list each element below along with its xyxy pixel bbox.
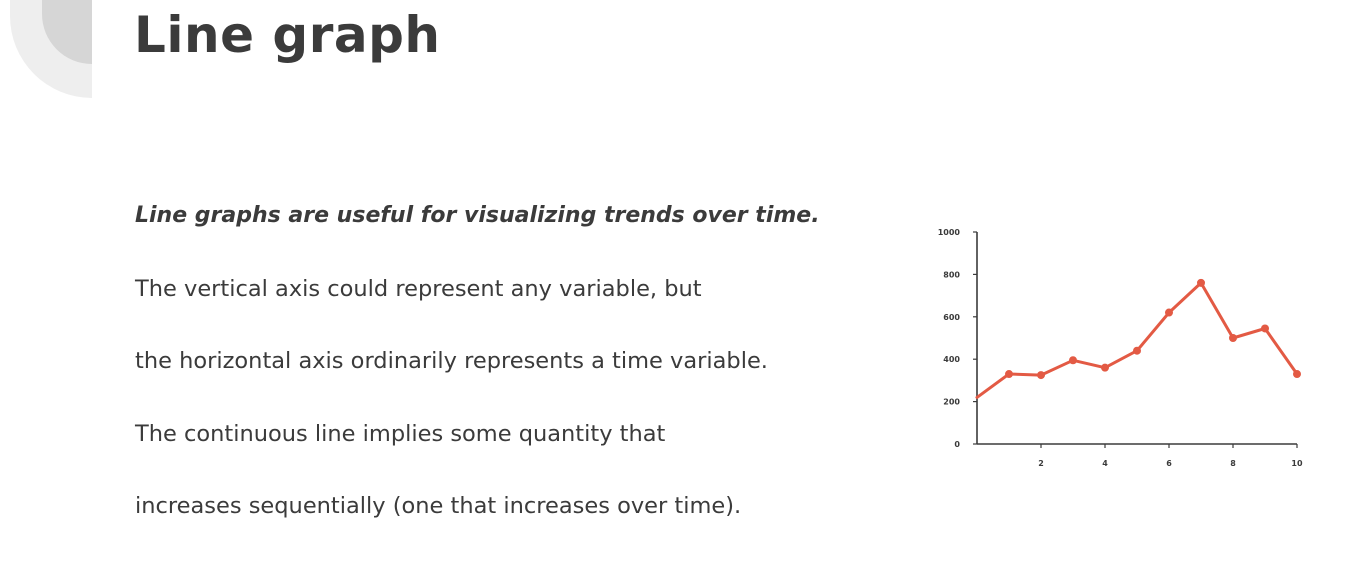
data-point bbox=[1005, 370, 1013, 379]
data-point bbox=[1293, 370, 1301, 379]
x-tick-label: 6 bbox=[1166, 459, 1172, 468]
data-point bbox=[1197, 278, 1205, 287]
body-line-1: The vertical axis could represent any va… bbox=[135, 276, 702, 302]
lead-statement: Line graphs are useful for visualizing t… bbox=[135, 203, 820, 228]
page-title: Line graph bbox=[134, 6, 441, 64]
data-point bbox=[1261, 324, 1269, 333]
body-line-3: The continuous line implies some quantit… bbox=[135, 421, 666, 447]
data-point bbox=[1165, 308, 1173, 317]
x-tick-label: 4 bbox=[1102, 459, 1108, 468]
y-tick-label: 600 bbox=[943, 313, 960, 322]
data-point bbox=[1069, 356, 1077, 365]
y-tick-label: 400 bbox=[943, 355, 960, 364]
y-tick-label: 0 bbox=[954, 440, 960, 449]
x-tick-label: 2 bbox=[1038, 459, 1044, 468]
y-tick-label: 800 bbox=[943, 270, 960, 279]
data-point bbox=[1037, 371, 1045, 380]
data-point bbox=[1133, 346, 1141, 355]
y-tick-label: 1000 bbox=[938, 228, 961, 237]
line-chart: 0 200 400 600 800 1000 2 4 6 8 10 bbox=[938, 228, 1303, 468]
body-line-2: the horizontal axis ordinarily represent… bbox=[135, 348, 768, 374]
body-line-4: increases sequentially (one that increas… bbox=[135, 493, 742, 519]
data-point bbox=[1101, 363, 1109, 372]
series-line bbox=[975, 281, 1299, 399]
x-tick-label: 8 bbox=[1230, 459, 1236, 468]
data-point bbox=[1229, 334, 1237, 342]
y-tick-label: 200 bbox=[943, 398, 960, 407]
x-tick-label: 10 bbox=[1291, 459, 1303, 468]
decorative-corner-shape bbox=[10, 0, 92, 98]
